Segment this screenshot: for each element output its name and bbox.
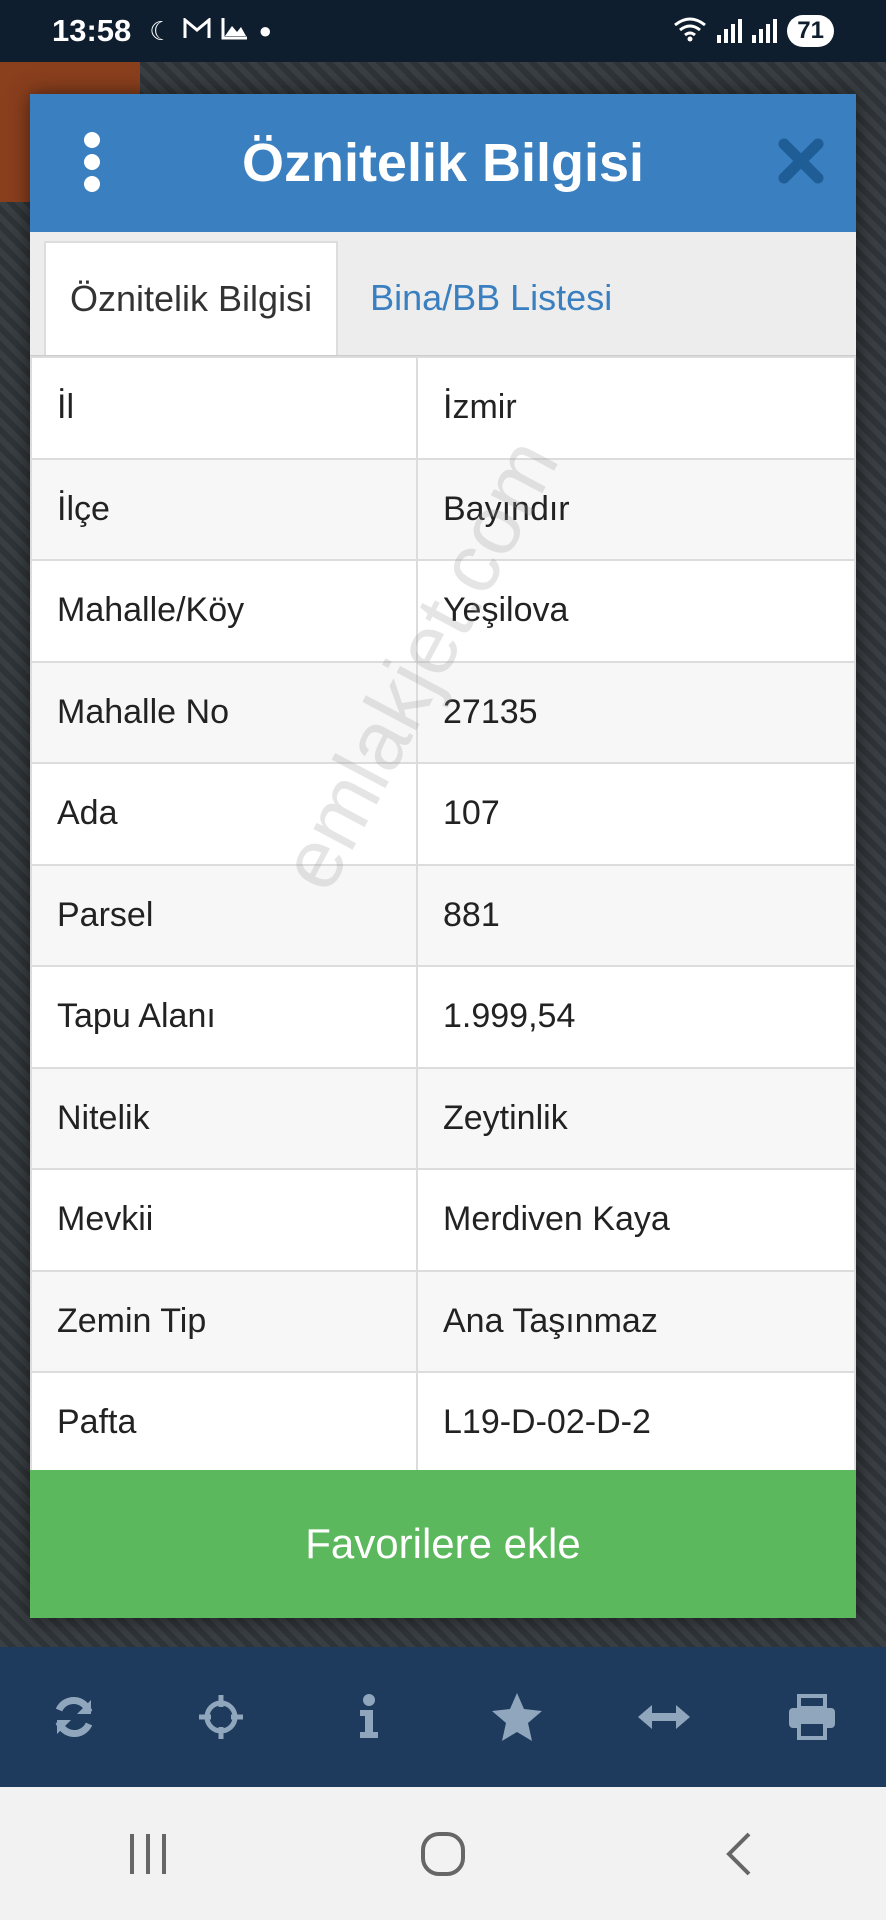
map-toolbar: [0, 1647, 886, 1787]
printer-icon[interactable]: [782, 1687, 842, 1747]
tab-bar: Öznitelik Bilgisi Bina/BB Listesi: [30, 232, 856, 356]
crosshair-icon[interactable]: [191, 1687, 251, 1747]
star-icon[interactable]: [487, 1687, 547, 1747]
row-value: Ana Taşınmaz: [416, 1269, 856, 1373]
horizontal-arrows-icon[interactable]: [634, 1687, 694, 1747]
table-row: Nitelik Zeytinlik: [30, 1066, 856, 1170]
moon-icon: ☾: [149, 15, 173, 46]
row-key: İlçe: [30, 457, 418, 561]
table-row: Mevkii Merdiven Kaya: [30, 1168, 856, 1272]
table-row: Parsel 881: [30, 863, 856, 967]
more-options-button[interactable]: [82, 132, 102, 192]
table-row: Pafta L19-D-02-D-2: [30, 1371, 856, 1475]
row-key: Mahalle/Köy: [30, 559, 418, 663]
table-row: Mahalle No 27135: [30, 660, 856, 764]
dot: [84, 154, 100, 170]
signal-icon-2: [752, 19, 778, 43]
back-button[interactable]: [698, 1824, 778, 1884]
dialog-title: Öznitelik Bilgisi: [241, 133, 645, 193]
row-value: 27135: [416, 660, 856, 764]
battery-badge: 71: [787, 15, 834, 47]
row-key: Zemin Tip: [30, 1269, 418, 1373]
signal-icon: [717, 19, 743, 43]
row-value: Zeytinlik: [416, 1066, 856, 1170]
row-key: Pafta: [30, 1371, 418, 1475]
table-row: Zemin Tip Ana Taşınmaz: [30, 1269, 856, 1373]
table-row: İlçe Bayındır: [30, 457, 856, 561]
attribute-dialog: Öznitelik Bilgisi Öznitelik Bilgisi Bina…: [30, 94, 856, 1618]
row-value: 107: [416, 762, 856, 866]
row-value: Merdiven Kaya: [416, 1168, 856, 1272]
table-row: İl İzmir: [30, 356, 856, 460]
row-value: İzmir: [416, 356, 856, 460]
gallery-icon: [221, 16, 249, 47]
table-row: Mahalle/Köy Yeşilova: [30, 559, 856, 663]
row-key: Tapu Alanı: [30, 965, 418, 1069]
dot: [84, 176, 100, 192]
notification-icons: ☾ ●: [149, 16, 272, 47]
refresh-icon[interactable]: [44, 1687, 104, 1747]
attribute-table: İl İzmir İlçe Bayındır Mahalle/Köy Yeşilova…: [30, 356, 856, 1475]
tab-attribute-info[interactable]: Öznitelik Bilgisi: [44, 241, 339, 355]
home-button[interactable]: [403, 1824, 483, 1884]
system-nav-bar: [0, 1787, 886, 1920]
row-key: Parsel: [30, 863, 418, 967]
mail-icon: [183, 16, 211, 47]
wifi-icon: [673, 16, 707, 47]
dialog-header: Öznitelik Bilgisi: [30, 94, 856, 232]
status-time: 13:58: [52, 13, 132, 48]
row-key: Ada: [30, 762, 418, 866]
status-right: 71: [673, 15, 834, 47]
recent-apps-button[interactable]: [108, 1824, 188, 1884]
table-row: Tapu Alanı 1.999,54: [30, 965, 856, 1069]
info-icon[interactable]: [339, 1687, 399, 1747]
row-value: 1.999,54: [416, 965, 856, 1069]
dot: [84, 132, 100, 148]
tab-building-list[interactable]: Bina/BB Listesi: [346, 241, 636, 355]
table-row: Ada 107: [30, 762, 856, 866]
status-bar: 13:58 ☾ ● 71: [0, 0, 886, 62]
row-key: İl: [30, 356, 418, 460]
row-key: Mahalle No: [30, 660, 418, 764]
row-key: Nitelik: [30, 1066, 418, 1170]
row-key: Mevkii: [30, 1168, 418, 1272]
row-value: L19-D-02-D-2: [416, 1371, 856, 1475]
add-to-favorites-button[interactable]: Favorilere ekle: [30, 1470, 856, 1618]
row-value: Bayındır: [416, 457, 856, 561]
row-value: Yeşilova: [416, 559, 856, 663]
row-value: 881: [416, 863, 856, 967]
close-icon[interactable]: [776, 136, 826, 186]
dot-icon: ●: [258, 18, 272, 43]
